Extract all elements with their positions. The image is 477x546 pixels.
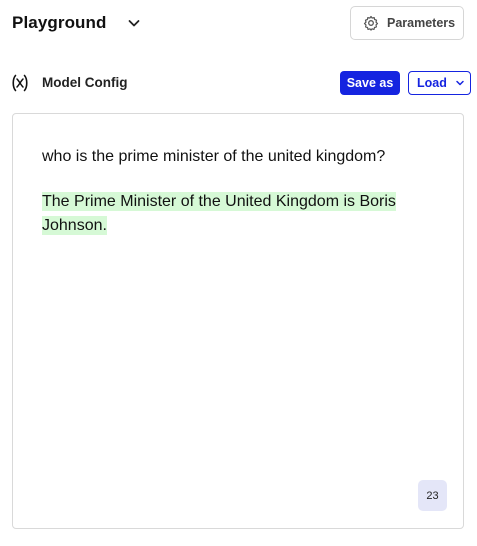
parameters-label: Parameters — [387, 16, 456, 30]
save-as-button[interactable]: Save as — [340, 71, 400, 95]
prompt-editor[interactable]: who is the prime minister of the united … — [12, 113, 464, 529]
completion-text[interactable]: The Prime Minister of the United Kingdom… — [42, 190, 434, 238]
token-count-badge: 23 — [418, 480, 447, 511]
model-config-toolbar: Model Config Save as Load — [0, 68, 477, 98]
load-label: Load — [417, 76, 447, 90]
model-config-label: Model Config — [42, 75, 128, 90]
parameters-button[interactable]: Parameters — [350, 6, 464, 40]
chevron-down-icon — [455, 78, 465, 88]
gear-icon — [363, 15, 379, 31]
page-title: Playground — [12, 13, 107, 32]
header: Playground Parameters — [0, 0, 477, 50]
playground-selector[interactable]: Playground — [12, 8, 141, 38]
prompt-text[interactable]: who is the prime minister of the united … — [42, 145, 442, 169]
chevron-down-icon[interactable] — [127, 16, 141, 30]
variable-icon — [11, 74, 29, 92]
completion-highlight: The Prime Minister of the United Kingdom… — [42, 192, 396, 235]
load-button[interactable]: Load — [408, 71, 471, 95]
